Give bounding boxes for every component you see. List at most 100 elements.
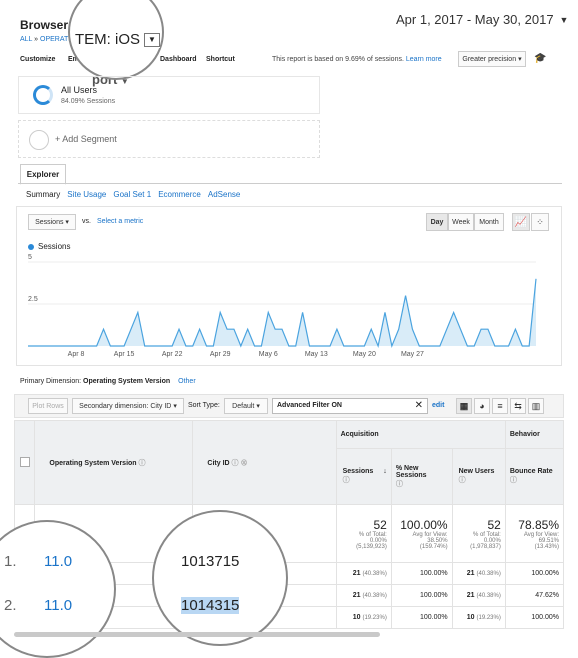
sort-type-dropdown[interactable]: Default ▾	[224, 398, 268, 414]
help-icon[interactable]: ⓘ	[396, 481, 403, 488]
breadcrumb-item[interactable]: OPERATI	[40, 36, 70, 43]
subtab-site-usage[interactable]: Site Usage	[67, 190, 106, 199]
secondary-dimension-dropdown[interactable]: Secondary dimension: City ID ▾	[72, 398, 184, 414]
segment-all-users[interactable]: All Users 84.09% Sessions	[18, 76, 320, 114]
total-new-users-cell: 52 % of Total: 0.00% (1,978,837)	[451, 504, 506, 563]
row-bounce: 47.62%	[504, 584, 565, 607]
total-new-sessions-sub3: (159.74%)	[419, 543, 448, 550]
table-view-icon[interactable]: ▦	[456, 398, 472, 414]
col-header-new-users[interactable]: New Users ⓘ	[451, 448, 506, 505]
magnified-text: TEM: iOS	[75, 31, 141, 48]
line-chart-icon[interactable]: 📈	[512, 213, 530, 231]
total-sessions-cell: 52 % of Total: 0.00% (5,139,923)	[335, 504, 392, 563]
chevron-down-icon[interactable]: ▼	[144, 32, 161, 47]
metric-dropdown[interactable]: Sessions ▾	[28, 214, 76, 230]
subtab-summary[interactable]: Summary	[26, 190, 60, 199]
dashboard-button[interactable]: Dashboard	[160, 56, 197, 63]
pie-view-icon[interactable]: ◕	[474, 398, 490, 414]
breadcrumb: ALL » OPERATI	[20, 36, 70, 43]
subtab-bar: Summary Site Usage Goal Set 1 Ecommerce …	[26, 190, 240, 199]
row-new-users-pct: (19.23%)	[476, 615, 501, 621]
horizontal-scrollbar[interactable]	[14, 632, 380, 637]
week-label: Week	[452, 218, 470, 226]
row-sessions-value: 21	[352, 592, 361, 599]
other-dimension-link[interactable]: Other	[178, 378, 196, 385]
motion-chart-icon[interactable]: ⁘	[531, 213, 549, 231]
help-icon[interactable]: ⓘ	[232, 460, 239, 467]
subtab-goal-set-1[interactable]: Goal Set 1	[113, 190, 151, 199]
filter-edit-link[interactable]: edit	[432, 402, 444, 409]
sessions-area	[28, 278, 536, 346]
breadcrumb-all[interactable]: ALL	[20, 36, 32, 43]
advanced-filter-field[interactable]: Advanced Filter ON ✕	[272, 398, 428, 414]
select-metric-link[interactable]: Select a metric	[97, 218, 143, 225]
tab-explorer-label: Explorer	[26, 169, 60, 179]
primary-dimension-value[interactable]: Operating System Version	[83, 378, 170, 385]
os-version-link[interactable]: 11.0	[44, 597, 72, 614]
help-icon[interactable]: ⓘ	[343, 477, 350, 484]
segment-percentage: 84.09% Sessions	[61, 98, 116, 105]
add-segment[interactable]: + Add Segment	[18, 120, 320, 158]
tab-explorer[interactable]: Explorer	[20, 164, 66, 185]
row-sessions: 21 (40.38%)	[335, 584, 392, 607]
col-header-sessions[interactable]: Sessions ↓ ⓘ	[335, 448, 392, 505]
row-new-users: 10 (19.23%)	[451, 606, 506, 629]
month-button[interactable]: Month	[474, 213, 504, 231]
learn-more-link[interactable]: Learn more	[406, 56, 442, 63]
comparison-view-icon[interactable]: ⇆	[510, 398, 526, 414]
customize-button[interactable]: Customize	[20, 56, 55, 63]
help-icon[interactable]: ⓘ	[510, 477, 517, 484]
add-segment-circle-icon	[29, 130, 49, 150]
total-bounce-cell: 78.85% Avg for View: 69.51% (13.43%)	[504, 504, 565, 563]
select-all-checkbox[interactable]	[20, 456, 30, 467]
shortcut-button[interactable]: Shortcut	[206, 56, 235, 63]
x-tick-label: Apr 22	[162, 351, 183, 358]
os-version-link[interactable]: 11.0	[44, 553, 72, 570]
primary-dimension-bar: Primary Dimension: Operating System Vers…	[20, 378, 196, 385]
row-new-users-value: 10	[466, 614, 475, 621]
col-header-new-sessions[interactable]: % New Sessions ⓘ	[390, 448, 453, 505]
row-sessions-value: 21	[352, 570, 361, 577]
col-header-os[interactable]: Operating System Version ⓘ	[34, 420, 194, 505]
row-sessions-pct: (40.38%)	[362, 571, 387, 577]
sort-type-value: Default	[232, 402, 255, 410]
row-new-users: 21 (40.38%)	[451, 584, 506, 607]
close-icon[interactable]: ✕	[415, 400, 423, 411]
help-icon[interactable]: ⓘ	[139, 460, 146, 467]
legend-dot-icon	[28, 243, 34, 250]
chevron-down-icon: ▾	[173, 403, 177, 410]
col-city-label: City ID	[207, 459, 230, 467]
precision-label: Greater precision	[462, 55, 517, 63]
bar-view-icon[interactable]: ≡	[492, 398, 508, 414]
col-header-bounce[interactable]: Bounce Rate ⓘ	[504, 448, 565, 505]
week-button[interactable]: Week	[448, 213, 474, 231]
y-tick-label: 5	[28, 254, 32, 261]
x-tick-label: May 13	[305, 351, 328, 358]
sort-arrow-icon[interactable]: ↓	[383, 468, 387, 475]
breadcrumb-separator: »	[34, 36, 39, 43]
chevron-down-icon: ▾	[65, 219, 69, 226]
day-button[interactable]: Day	[426, 213, 448, 231]
sessions-chart: 5 2.5 Apr 8 Apr 15 Apr 22 Apr 29 May 6 May 13 Ma…	[28, 254, 537, 358]
col-bounce-label: Bounce Rate	[509, 468, 553, 475]
plot-rows-button[interactable]: Plot Rows	[28, 398, 68, 414]
row-new-users-value: 21	[466, 570, 475, 577]
x-tick-label: May 6	[259, 351, 278, 358]
col-new-users-label: New Users	[458, 468, 495, 475]
vs-label: vs.	[82, 218, 91, 225]
graduation-cap-icon[interactable]: 🎓	[534, 53, 546, 64]
subtab-adsense[interactable]: AdSense	[208, 190, 240, 199]
col-new-sessions-label: % New Sessions	[395, 464, 427, 479]
chevron-down-icon: ▾	[518, 56, 522, 63]
chevron-down-icon: ▾	[256, 403, 260, 410]
date-range-picker[interactable]: Apr 1, 2017 - May 30, 2017 ▼	[396, 12, 568, 27]
add-segment-label: + Add Segment	[55, 134, 117, 144]
subtab-ecommerce[interactable]: Ecommerce	[158, 190, 201, 199]
col-header-city[interactable]: City ID ⓘ ⊗	[192, 420, 337, 505]
row-sessions-value: 10	[352, 614, 361, 621]
help-icon[interactable]: ⓘ	[459, 477, 466, 484]
precision-dropdown[interactable]: Greater precision ▾	[458, 51, 526, 67]
total-bounce-sub3: (13.43%)	[534, 543, 559, 550]
remove-dimension-icon[interactable]: ⊗	[240, 460, 247, 467]
pivot-view-icon[interactable]: ▥	[528, 398, 544, 414]
